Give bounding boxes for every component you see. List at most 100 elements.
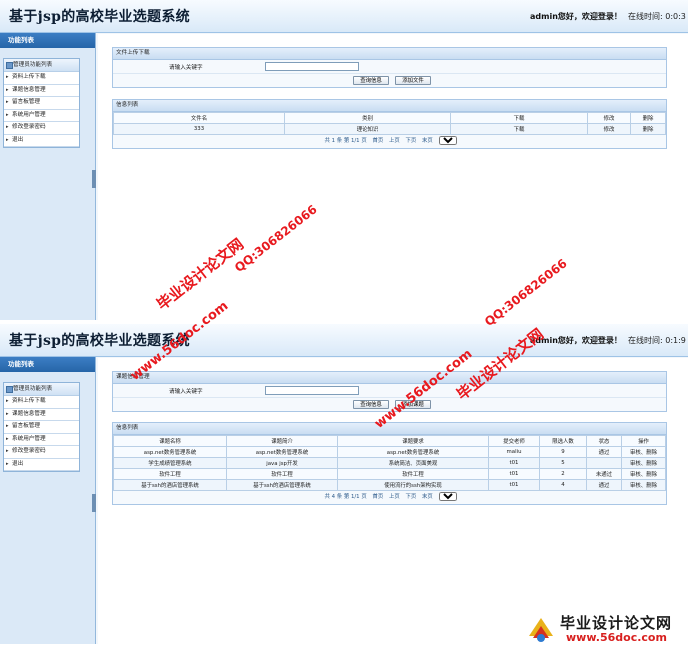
sidebar-item-label: 资料上传下载 — [12, 74, 46, 80]
column-header: 课题要求 — [337, 435, 489, 447]
pagination: 共 4 条 第 1/1 页 首页 上页 下页 末页 1 — [113, 491, 666, 504]
sidebar: 功能列表 管理员功能列表 ▸ 资料上传下载 ▸ 课题信息管理 ▸ 留言板管理 ▸ 系统用… — [0, 357, 96, 644]
sidebar-item-change-password[interactable]: ▸ 修改登录密码 — [4, 446, 79, 459]
add-file-button[interactable]: 添加文件 — [395, 76, 431, 85]
arrow-right-icon: ▸ — [6, 86, 9, 93]
sidebar-item-file-upload[interactable]: ▸ 资料上传下载 — [4, 396, 79, 409]
table-cell: t01 — [488, 468, 540, 480]
status-cell: 通过 — [586, 479, 622, 491]
search-panel-title: 课题信息管理 — [113, 372, 666, 384]
menu-title: 管理员功能列表 — [4, 59, 79, 72]
last-page-link[interactable]: 末页 — [422, 138, 433, 144]
status-cell: 未通过 — [586, 468, 622, 480]
table-cell: 软件工程 — [226, 468, 338, 480]
action-links[interactable]: 审核、删除 — [621, 457, 666, 469]
next-page-link[interactable]: 下页 — [405, 494, 416, 500]
action-links[interactable]: 审核、删除 — [621, 468, 666, 480]
table-cell: 理论知识 — [284, 123, 451, 135]
table-row: 基于ssh的酒店管理系统 基于ssh的酒店管理系统 使用流行的ssh架构实现 t… — [113, 479, 666, 491]
column-header: 限选人数 — [539, 435, 587, 447]
action-links[interactable]: 审核、删除 — [621, 479, 666, 491]
search-input[interactable] — [265, 62, 359, 71]
list-panel-title: 信息列表 — [113, 100, 666, 112]
arrow-right-icon: ▸ — [6, 111, 9, 118]
arrow-right-icon: ▸ — [6, 99, 9, 105]
arrow-right-icon: ▸ — [6, 398, 9, 404]
column-header: 状态 — [586, 435, 622, 447]
table-row: 学生成绩管理系统 java jsp开发 系统简洁、页面美观 t01 5 审核、删… — [113, 457, 666, 469]
sidebar-item-message-board[interactable]: ▸ 留言板管理 — [4, 421, 79, 434]
table-cell: 使用流行的ssh架构实现 — [337, 479, 489, 491]
sidebar-item-topic-management[interactable]: ▸ 课题信息管理 — [4, 85, 79, 97]
sidebar-item-label: 修改登录密码 — [12, 448, 46, 454]
column-header: 下载 — [450, 112, 588, 124]
action-links[interactable]: 审核、删除 — [621, 446, 666, 458]
query-button[interactable]: 查询信息 — [353, 400, 389, 409]
sidebar-collapse-handle[interactable] — [92, 170, 96, 188]
sidebar-item-label: 退出 — [12, 460, 24, 467]
table-header-row: 文件名 类别 下载 修改 删除 — [113, 112, 666, 124]
sidebar-item-message-board[interactable]: ▸ 留言板管理 — [4, 97, 79, 110]
query-button[interactable]: 查询信息 — [353, 76, 389, 85]
sidebar-item-file-upload[interactable]: ▸ 资料上传下载 — [4, 72, 79, 85]
table-row: 软件工程 软件工程 软件工程 t01 2 未通过 审核、删除 — [113, 468, 666, 480]
prev-page-link[interactable]: 上页 — [389, 494, 400, 500]
search-panel: 文件上传下载 请输入关键字 查询信息 添加文件 — [112, 47, 667, 88]
sidebar-item-label: 退出 — [12, 136, 24, 143]
arrow-right-icon: ▸ — [6, 448, 9, 454]
column-header: 文件名 — [113, 112, 285, 124]
pagination: 共 1 条 第 1/1 页 首页 上页 下页 末页 1 — [113, 135, 666, 148]
download-link[interactable]: 下载 — [450, 123, 588, 135]
table-cell: 2 — [539, 468, 587, 480]
table-cell: 5 — [539, 457, 587, 469]
status-cell — [586, 457, 622, 469]
sidebar-item-user-management[interactable]: ▸ 系统用户管理 — [4, 110, 79, 122]
status-cell: 通过 — [586, 446, 622, 458]
table-cell: 基于ssh的酒店管理系统 — [226, 479, 338, 491]
file-table: 文件名 类别 下载 修改 删除 333 理论知识 下载 修改 删除 — [113, 112, 666, 135]
admin-menu: 管理员功能列表 ▸ 资料上传下载 ▸ 课题信息管理 ▸ 留言板管理 ▸ 系统用户管理 ▸… — [3, 382, 80, 472]
button-row: 查询信息 添加文件 — [113, 73, 666, 87]
table-cell: asp.net数务管理系统 — [113, 446, 227, 458]
pagination-summary: 共 1 条 第 1/1 页 — [324, 138, 367, 144]
sidebar-collapse-handle[interactable] — [92, 494, 96, 512]
first-page-link[interactable]: 首页 — [372, 138, 383, 144]
first-page-link[interactable]: 首页 — [372, 494, 383, 500]
sidebar-item-label: 留言板管理 — [12, 99, 40, 105]
site-logo: 毕业设计论文网 www.56doc.com — [524, 612, 688, 648]
next-page-link[interactable]: 下页 — [405, 138, 416, 144]
arrow-right-icon: ▸ — [6, 124, 9, 130]
arrow-right-icon: ▸ — [6, 410, 9, 417]
sidebar-item-logout[interactable]: ▸ 退出 — [4, 135, 79, 147]
sidebar-heading: 功能列表 — [0, 33, 95, 48]
column-header: 操作 — [621, 435, 666, 447]
sidebar-item-label: 留言板管理 — [12, 423, 40, 429]
table-cell: 软件工程 — [337, 468, 489, 480]
table-row: 333 理论知识 下载 修改 删除 — [113, 123, 666, 135]
sidebar-item-label: 修改登录密码 — [12, 124, 46, 130]
list-panel: 信息列表 课题名称 课题简介 课题要求 提交老师 限选人数 状态 操作 asp.… — [112, 422, 667, 505]
column-header: 课题名称 — [113, 435, 227, 447]
sidebar-item-label: 系统用户管理 — [12, 435, 46, 442]
search-input[interactable] — [265, 386, 359, 395]
menu-folder-icon — [6, 62, 13, 69]
main-content: 课题信息管理 请输入关键字 查询信息 添加课题 信息列表 课题名称 课题简介 课… — [98, 358, 688, 644]
table-cell: 333 — [113, 123, 285, 135]
last-page-link[interactable]: 末页 — [422, 494, 433, 500]
page-select[interactable]: 1 — [438, 136, 457, 145]
prev-page-link[interactable]: 上页 — [389, 138, 400, 144]
page-select[interactable]: 1 — [438, 492, 457, 501]
sidebar-item-logout[interactable]: ▸ 退出 — [4, 459, 79, 471]
sidebar-item-label: 系统用户管理 — [12, 111, 46, 118]
arrow-right-icon: ▸ — [6, 460, 9, 467]
sidebar-item-user-management[interactable]: ▸ 系统用户管理 — [4, 434, 79, 446]
sidebar-item-topic-management[interactable]: ▸ 课题信息管理 — [4, 409, 79, 421]
table-cell: 基于ssh的酒店管理系统 — [113, 479, 227, 491]
menu-folder-icon — [6, 386, 13, 393]
delete-link[interactable]: 删除 — [630, 123, 666, 135]
edit-link[interactable]: 修改 — [587, 123, 631, 135]
sidebar-item-label: 资料上传下载 — [12, 398, 46, 404]
user-greeting: admin您好，欢迎登录！ — [530, 12, 622, 21]
sidebar-item-change-password[interactable]: ▸ 修改登录密码 — [4, 122, 79, 135]
screenshot-topic-management: 基于jsp的高校毕业选题系统 admin您好，欢迎登录！ 在线时间: 0:1:9… — [0, 324, 688, 644]
